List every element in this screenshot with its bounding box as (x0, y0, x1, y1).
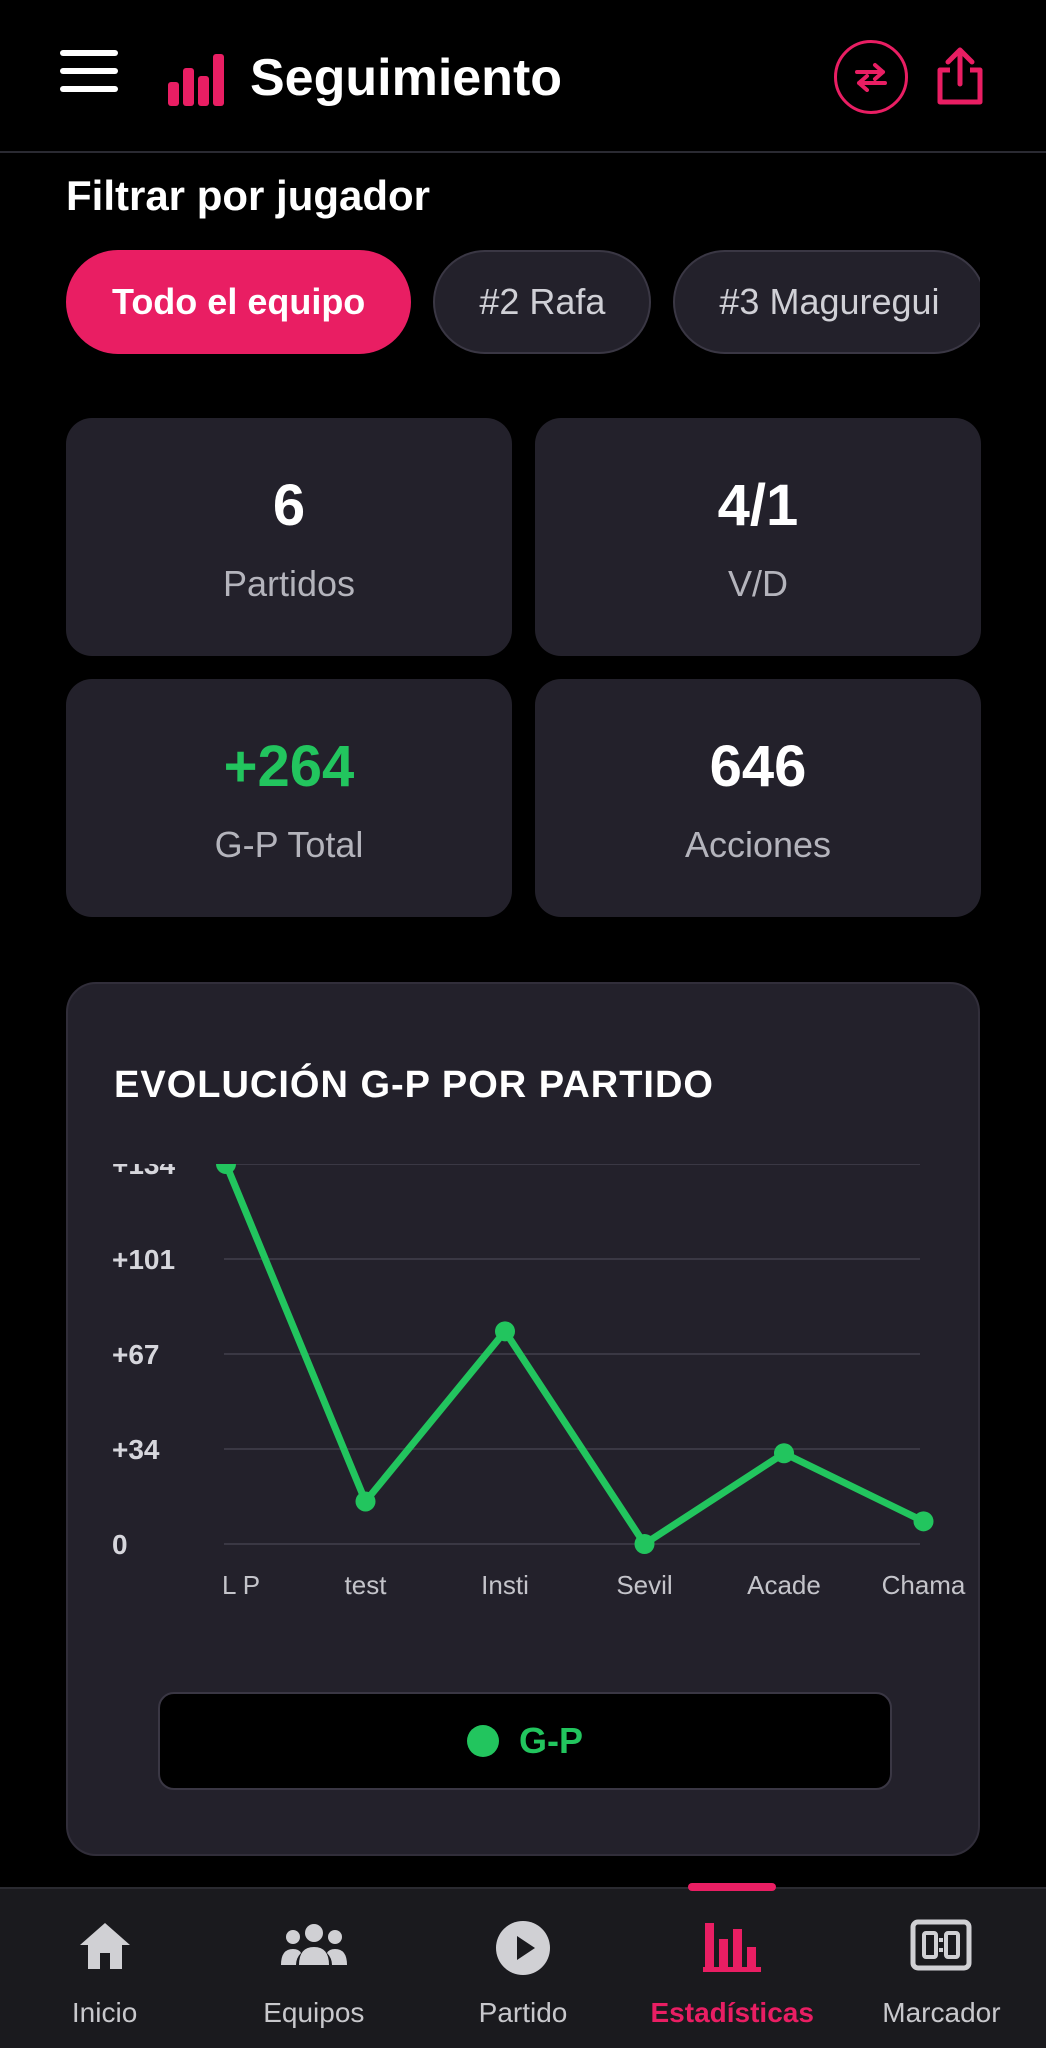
legend-dot-icon (466, 1725, 499, 1757)
stat-label: G-P Total (214, 824, 364, 865)
app-header: Seguimiento (0, 0, 1046, 153)
y-tick-label: +134 (112, 1164, 175, 1180)
x-tick-label: Sevil (616, 1570, 672, 1600)
stat-label: V/D (727, 563, 788, 604)
data-point (634, 1534, 655, 1554)
home-icon (79, 1923, 130, 1969)
y-tick-label: +101 (112, 1244, 175, 1275)
x-tick-label: Insti (481, 1570, 529, 1600)
swap-button[interactable] (834, 40, 908, 114)
x-tick-label: L P (222, 1570, 260, 1600)
stat-card-acciones: 646 Acciones (535, 679, 981, 917)
nav-item-inicio[interactable]: Inicio (0, 1889, 209, 2048)
player-filter-chips: Todo el equipo #2 Rafa #3 Maguregui (66, 250, 980, 354)
nav-item-estadisticas[interactable]: Estadísticas (628, 1883, 837, 2048)
swap-arrows-icon (855, 63, 887, 92)
stat-label: Partidos (222, 563, 356, 604)
y-tick-label: +67 (112, 1339, 160, 1370)
stat-value: 646 (709, 734, 807, 799)
data-point (913, 1511, 934, 1532)
nav-item-marcador[interactable]: Marcador (837, 1889, 1046, 2048)
active-tab-indicator (688, 1883, 777, 1891)
y-tick-label: +34 (112, 1434, 160, 1465)
chip-player-rafa[interactable]: #2 Rafa (433, 250, 652, 354)
chart-legend[interactable]: G-P (158, 1692, 892, 1790)
stat-value: +264 (223, 734, 355, 799)
stat-label: Acciones (684, 824, 832, 865)
bottom-navigation: Inicio Equipos Partido Estadísticas Marc… (0, 1883, 1046, 2048)
filter-title: Filtrar por jugador (66, 172, 431, 219)
play-circle-icon (496, 1921, 550, 1975)
gp-evolution-card: EVOLUCIÓN G-P POR PARTIDO +134 +101 +67 +34… (66, 982, 980, 1856)
nav-item-partido[interactable]: Partido (418, 1889, 627, 2048)
share-icon (937, 47, 983, 105)
stat-card-partidos: 6 Partidos (66, 418, 512, 656)
nav-label: Estadísticas (650, 1997, 814, 2028)
share-button[interactable] (934, 44, 986, 106)
gp-line-chart: +134 +101 +67 +34 0 L P test Insti Sevil Acade Cha… (112, 1164, 966, 1600)
chart-title: EVOLUCIÓN G-P POR PARTIDO (114, 1064, 714, 1106)
nav-item-equipos[interactable]: Equipos (209, 1889, 418, 2048)
chip-todo-el-equipo[interactable]: Todo el equipo (66, 250, 412, 354)
stat-value: 6 (272, 473, 306, 538)
group-icon (280, 1924, 347, 1965)
nav-label: Partido (478, 1997, 568, 2028)
nav-label: Marcador (882, 1997, 1001, 2028)
bar-chart-logo (168, 54, 224, 106)
hamburger-menu-button[interactable] (60, 50, 124, 100)
x-tick-label: Acade (747, 1570, 821, 1600)
stat-card-gp-total: +264 G-P Total (66, 679, 512, 917)
bar-chart-icon (703, 1923, 762, 1972)
chip-player-maguregui[interactable]: #3 Maguregui (673, 250, 980, 354)
legend-label: G-P (518, 1720, 583, 1761)
scoreboard-icon (910, 1919, 972, 1971)
page-title: Seguimiento (250, 49, 563, 107)
stat-value: 4/1 (717, 473, 799, 538)
nav-label: Inicio (71, 1997, 138, 2028)
x-tick-label: test (345, 1570, 388, 1600)
data-point (774, 1443, 794, 1464)
x-tick-label: Chama (882, 1570, 966, 1600)
stat-card-vd: 4/1 V/D (535, 418, 981, 656)
data-point (355, 1491, 376, 1512)
nav-label: Equipos (263, 1997, 365, 2028)
y-tick-label: 0 (112, 1529, 128, 1560)
data-point (495, 1321, 515, 1342)
